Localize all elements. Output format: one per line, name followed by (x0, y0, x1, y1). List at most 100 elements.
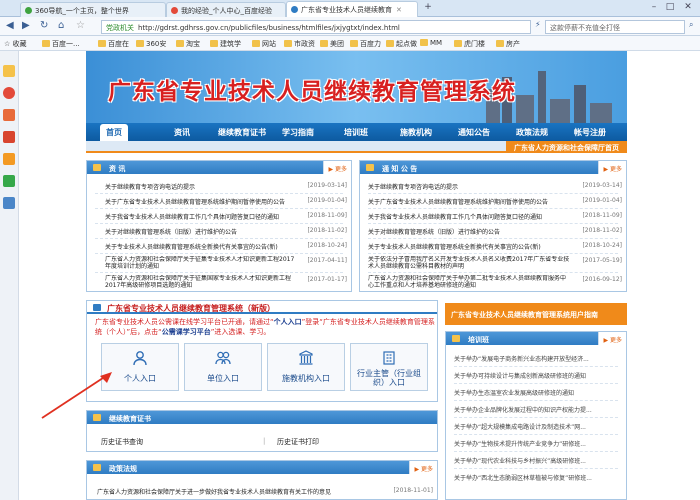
item-title: 广东省人力资源和社会保障厅关于征集国家专业技术人才知识更新工程2017年高级研修… (105, 275, 292, 289)
list-item[interactable]: 关于继续教育专项咨询电话的提示 [2019-03-14] (105, 180, 347, 192)
list-item[interactable]: 关于对继续教育管理系统（旧版）进行维护的公告 [2018-11-02] (105, 225, 347, 237)
bookmark-item[interactable]: ☆ 收藏 (4, 39, 27, 49)
bookmark-item[interactable]: 网站 (252, 39, 276, 49)
folder-icon (98, 40, 106, 47)
bookmark-item[interactable]: 360安 (136, 39, 166, 49)
list-item[interactable]: 广东省人力资源和社会保障厅关于举办第二批专业技术人员继续教育服务中心工作重点和人… (368, 274, 622, 290)
nav-policy[interactable]: 政策法规 (516, 127, 548, 138)
history-icon[interactable]: ☆ (76, 20, 85, 31)
nav-home[interactable]: 首页 (100, 124, 128, 141)
document-icon[interactable] (3, 197, 15, 209)
bookmark-item[interactable]: 美团 (320, 39, 344, 49)
bookmark-item[interactable]: MM (420, 39, 442, 47)
unit-entry-button[interactable]: 单位入口 (184, 343, 262, 391)
bookmark-item[interactable]: 百度力 (350, 39, 381, 49)
list-item[interactable]: 关于举办“超大规模集成电路设计及制造技术”网... (454, 420, 622, 432)
list-item[interactable]: 关于举办“生物技术提升传统产业竞争力”研修班... (454, 437, 622, 449)
system-icon (93, 304, 101, 311)
bookmark-item[interactable]: 百度一... (42, 39, 80, 49)
list-item[interactable]: 关于广东省专业技术人员继续教育管理系统维护期间暂停使用的公告 [2019-01-0… (105, 195, 347, 207)
browser-tab[interactable]: 360导航_一个主页，整个世界 (20, 2, 166, 17)
bookmark-item[interactable]: 市政资 (284, 39, 315, 49)
mail-icon[interactable] (3, 109, 15, 121)
bookmark-item[interactable]: 房产 (496, 39, 520, 49)
list-item[interactable]: 关于广东省专业技术人员继续教育管理系统维护期间暂停使用的公告 [2019-01-0… (368, 195, 622, 207)
policy-more-link[interactable]: ▶ 更多 (409, 461, 437, 474)
list-item[interactable]: 广东省人力资源和社会保障厅关于征集专业技术人才知识更新工程2017年度培训计划的… (105, 255, 347, 271)
item-title: 关于举办“现代农业科技与乡村振兴”高级研修班... (454, 458, 586, 465)
list-item[interactable]: 关于我省专业技术人员继续教育工作几个具体问题答复口径的通知 [2018-11-09… (105, 210, 347, 222)
notes-icon[interactable] (3, 153, 15, 165)
list-item[interactable]: 广东省人力资源和社会保障厅关于征集国家专业技术人才知识更新工程2017年高级研修… (105, 274, 347, 290)
browser-tab[interactable]: 我的经验_个人中心_百度经验 (166, 2, 286, 17)
browser-tab-active[interactable]: 广东省专业技术人员继续教育 ✕ (286, 1, 418, 17)
refresh-icon[interactable]: ↻ (40, 20, 48, 31)
search-input[interactable]: 这款停薪不充值全打怪 (545, 20, 685, 34)
folder-icon (420, 39, 428, 46)
app-icon[interactable] (3, 131, 15, 143)
bookmark-item[interactable]: 建筑学 (210, 39, 241, 49)
training-title: 培训班 (468, 336, 489, 344)
nav-training[interactable]: 培训班 (344, 127, 368, 138)
dept-home-link[interactable]: 广东省人力资源和社会保障厅首页 (506, 141, 627, 153)
weibo-icon[interactable] (3, 87, 15, 99)
search-icon[interactable]: ⌕ (689, 20, 693, 30)
video-icon[interactable] (3, 175, 15, 187)
nav-notices[interactable]: 通知公告 (458, 127, 490, 138)
divider (95, 238, 343, 239)
list-item[interactable]: 关于专业技术人员继续教育管理系统全新换代有关事宜的公告(新) [2018-10-2… (105, 240, 347, 252)
list-item[interactable]: 关于专业技术人员继续教育管理系统全新换代有关事宜的公告(新) [2018-10-2… (368, 240, 622, 252)
nav-study-guide[interactable]: 学习指南 (282, 127, 314, 138)
nav-register[interactable]: 帐号注册 (574, 127, 606, 138)
history-cert-query-link[interactable]: 历史证书查询 (101, 437, 143, 447)
url-input[interactable]: 党政机关 http://gdrst.gdhrss.gov.cn/publicfil… (101, 20, 531, 34)
nav-institutions[interactable]: 施教机构 (400, 127, 432, 138)
list-item[interactable]: 关于举办“西北生态脆弱区林草植被与修复”研修班... (454, 471, 622, 483)
close-tab-icon[interactable]: ✕ (396, 6, 402, 14)
home-icon[interactable]: ⌂ (58, 20, 64, 31)
policy-title: 政策法规 (109, 465, 137, 473)
address-bar: ◀ ▶ ↻ ⌂ ☆ 党政机关 http://gdrst.gdhrss.gov.cn… (0, 17, 700, 36)
divider (95, 193, 343, 194)
bookmark-item[interactable]: 起点做 (386, 39, 417, 49)
list-item[interactable]: 关于举办企业品牌化发展过程中的知识产权能力提... (454, 403, 622, 415)
list-item[interactable]: 关于举办可持续设计与集成创新高级研修班的通知 (454, 369, 622, 381)
forward-icon[interactable]: ▶ (22, 20, 30, 31)
list-item[interactable]: 关于举办生态温室农业发展高级研修班的通知 (454, 386, 622, 398)
list-item[interactable]: 关于依法分子冒用我厅名义开发专业技术人员名义收费2017年广东省专业技术人员继续… (368, 255, 622, 271)
bookmark-item[interactable]: 虎门楼 (454, 39, 485, 49)
industry-entry-button[interactable]: 行业主管（行业组织）入口 (350, 343, 428, 391)
list-item[interactable]: 关于我省专业技术人员继续教育工作几个具体问题答复口径的通知 [2018-11-09… (368, 210, 622, 222)
list-item[interactable]: 关于举办“现代农业科技与乡村振兴”高级研修班... (454, 454, 622, 466)
list-item[interactable]: 广东省人力资源和社会保障厅关于进一步做好我省专业技术人员继续教育有关工作的意见 [… (97, 485, 433, 497)
maximize-icon[interactable]: □ (664, 2, 676, 12)
training-more-link[interactable]: ▶ 更多 (598, 332, 626, 345)
user-guide-link[interactable]: 广东省专业技术人员继续教育管理系统用户指南 (445, 303, 627, 325)
divider (95, 272, 343, 273)
minimize-icon[interactable]: – (648, 2, 660, 12)
news-more-link[interactable]: ▶ 更多 (323, 161, 351, 174)
notices-more-link[interactable]: ▶ 更多 (598, 161, 626, 174)
close-window-icon[interactable]: ✕ (682, 2, 694, 12)
item-date: [2018-10-24] (582, 242, 622, 249)
item-date: [2017-05-19] (582, 257, 622, 264)
item-title: 关于对继续教育管理系统（旧版）进行维护的公告 (368, 229, 501, 236)
list-item[interactable]: 关于对继续教育管理系统（旧版）进行维护的公告 [2018-11-02] (368, 225, 622, 237)
list-item[interactable]: 关于继续教育专项咨询电话的提示 [2019-03-14] (368, 180, 622, 192)
lightning-icon[interactable]: ⚡ (535, 20, 541, 29)
divider (95, 208, 343, 209)
bookmark-item[interactable]: 淘宝 (176, 39, 200, 49)
certificate-header: 继续教育证书 (87, 411, 437, 424)
nav-certificate[interactable]: 继续教育证书 (218, 127, 266, 138)
back-icon[interactable]: ◀ (6, 20, 14, 31)
tab-label: 广东省专业技术人员继续教育 (301, 6, 392, 14)
divider: | (263, 437, 266, 445)
bookmark-item[interactable]: 百度在 (98, 39, 129, 49)
history-cert-print-link[interactable]: 历史证书打印 (277, 437, 319, 447)
banner-title: 广东省专业技术人员继续教育管理系统 (108, 78, 516, 105)
nav-news[interactable]: 资讯 (174, 127, 190, 138)
institution-entry-button[interactable]: 施教机构入口 (267, 343, 345, 391)
new-tab-icon[interactable]: + (422, 2, 434, 12)
favorites-icon[interactable] (3, 65, 15, 77)
list-item[interactable]: 关于举办“发展电子商务新兴业态构建开放型经济... (454, 352, 622, 364)
